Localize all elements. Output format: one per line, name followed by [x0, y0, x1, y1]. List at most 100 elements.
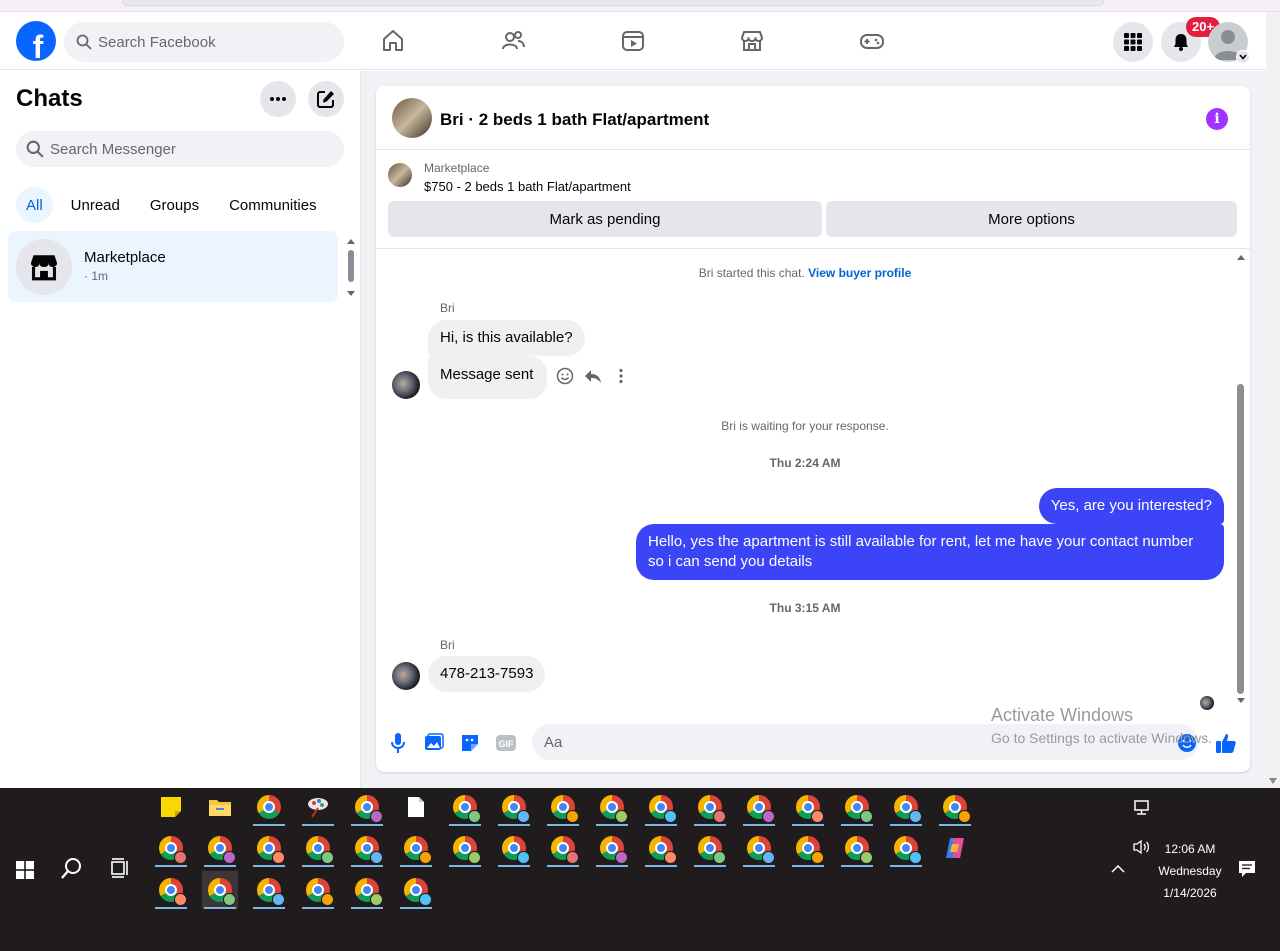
chevron-down-icon[interactable]: [1236, 50, 1250, 64]
bri-avatar[interactable]: [392, 371, 420, 399]
chrome-app-icon[interactable]: [741, 788, 777, 826]
photo-icon[interactable]: [423, 732, 445, 754]
chrome-app-icon[interactable]: [839, 829, 875, 867]
chrome-app-icon[interactable]: [251, 788, 287, 826]
react-emoji-icon[interactable]: [556, 367, 574, 385]
taskbar-clock[interactable]: 12:06 AM Wednesday 1/14/2026: [1150, 838, 1230, 904]
timestamp: Thu 3:15 AM: [769, 601, 841, 615]
chrome-app-icon[interactable]: [496, 788, 532, 826]
gaming-icon[interactable]: [857, 26, 887, 56]
taskbar-search-icon[interactable]: [59, 855, 85, 881]
document-file-icon[interactable]: [398, 788, 434, 826]
chat-options-button[interactable]: [260, 81, 296, 117]
copilot-icon[interactable]: [937, 829, 973, 867]
chrome-app-icon[interactable]: [300, 871, 336, 909]
more-options-button[interactable]: More options: [826, 201, 1237, 237]
chrome-app-icon[interactable]: [251, 871, 287, 909]
microphone-icon[interactable]: [387, 732, 409, 754]
file-explorer-icon[interactable]: [202, 788, 238, 826]
scroll-down-arrow-icon[interactable]: [1269, 778, 1277, 784]
incoming-message[interactable]: Message sent: [428, 356, 548, 399]
snipping-tool-icon[interactable]: [300, 788, 336, 826]
chrome-app-icon[interactable]: [545, 788, 581, 826]
emoji-icon[interactable]: [1176, 732, 1198, 754]
chrome-app-icon[interactable]: [153, 871, 189, 909]
sticker-icon[interactable]: [459, 732, 481, 754]
network-icon[interactable]: [1129, 795, 1155, 821]
outgoing-message[interactable]: Hello, yes the apartment is still availa…: [636, 524, 1224, 580]
messenger-search[interactable]: [16, 131, 344, 167]
chrome-app-icon[interactable]: [447, 829, 483, 867]
message-input[interactable]: [544, 733, 1144, 751]
chrome-app-icon[interactable]: [496, 829, 532, 867]
windows-start-icon[interactable]: [16, 861, 34, 879]
listing-thumbnail[interactable]: [392, 98, 432, 138]
message-scrollbar[interactable]: [1234, 250, 1248, 706]
facebook-logo[interactable]: f: [16, 21, 56, 61]
gif-icon[interactable]: GIF: [495, 732, 517, 754]
message-input-box[interactable]: [532, 724, 1198, 760]
more-vertical-icon[interactable]: [612, 367, 630, 385]
mark-as-pending-button[interactable]: Mark as pending: [388, 201, 822, 237]
chrome-app-icon[interactable]: [594, 788, 630, 826]
outgoing-message[interactable]: Yes, are you interested?: [1038, 488, 1224, 524]
chrome-app-icon[interactable]: [349, 829, 385, 867]
message-scroll-thumb[interactable]: [1237, 384, 1244, 694]
facebook-search-input[interactable]: [98, 33, 318, 51]
home-icon[interactable]: [378, 26, 408, 56]
marketplace-avatar: [16, 239, 72, 295]
bri-avatar[interactable]: [392, 662, 420, 690]
marketplace-icon[interactable]: [737, 26, 767, 56]
chrome-app-icon[interactable]: [398, 871, 434, 909]
conversation-title[interactable]: Bri · 2 beds 1 bath Flat/apartment: [440, 110, 709, 130]
chrome-app-icon[interactable]: [349, 788, 385, 826]
chrome-app-icon[interactable]: [741, 829, 777, 867]
chrome-app-icon[interactable]: [692, 829, 728, 867]
filter-communities[interactable]: Communities: [217, 187, 329, 223]
info-icon[interactable]: i: [1206, 108, 1228, 130]
chrome-app-icon[interactable]: [251, 829, 287, 867]
incoming-message[interactable]: 478-213-7593: [428, 656, 546, 692]
chrome-app-icon[interactable]: [888, 788, 924, 826]
view-buyer-profile-link[interactable]: View buyer profile: [808, 266, 911, 280]
chevron-up-icon[interactable]: [1105, 856, 1131, 882]
notification-center-icon[interactable]: [1234, 856, 1260, 882]
sticky-notes-icon[interactable]: [153, 788, 189, 826]
filter-groups[interactable]: Groups: [138, 187, 211, 223]
new-message-button[interactable]: [308, 81, 344, 117]
listing-title[interactable]: $750 - 2 beds 1 bath Flat/apartment: [424, 179, 631, 194]
conversation-header: Bri · 2 beds 1 bath Flat/apartment i: [376, 86, 1250, 150]
listing-small-thumbnail[interactable]: [388, 163, 412, 187]
chrome-app-icon[interactable]: [545, 829, 581, 867]
task-view-icon[interactable]: [107, 855, 133, 881]
messenger-search-input[interactable]: [50, 140, 270, 158]
filter-unread[interactable]: Unread: [59, 187, 132, 223]
page-scrollbar[interactable]: [1266, 12, 1280, 788]
chrome-app-icon[interactable]: [643, 788, 679, 826]
chrome-app-icon[interactable]: [594, 829, 630, 867]
chrome-app-icon[interactable]: [202, 829, 238, 867]
menu-grid-icon[interactable]: [1113, 22, 1153, 62]
chrome-app-icon[interactable]: [937, 788, 973, 826]
reply-icon[interactable]: [584, 367, 602, 385]
incoming-message[interactable]: Hi, is this available?: [428, 320, 585, 356]
chrome-app-icon[interactable]: [790, 788, 826, 826]
facebook-search[interactable]: [64, 22, 344, 62]
chrome-app-icon[interactable]: [300, 829, 336, 867]
chrome-app-icon[interactable]: [888, 829, 924, 867]
chat-list-item-marketplace[interactable]: Marketplace · 1m: [8, 231, 338, 302]
chrome-app-icon[interactable]: [839, 788, 875, 826]
chrome-app-icon[interactable]: [790, 829, 826, 867]
chrome-app-icon[interactable]: [349, 871, 385, 909]
chrome-app-icon[interactable]: [153, 829, 189, 867]
chrome-app-icon[interactable]: [202, 871, 238, 909]
filter-all[interactable]: All: [16, 187, 53, 223]
chrome-app-icon[interactable]: [643, 829, 679, 867]
chrome-app-icon[interactable]: [692, 788, 728, 826]
chrome-app-icon[interactable]: [398, 829, 434, 867]
chat-list-scrollbar[interactable]: [344, 236, 358, 300]
friends-icon[interactable]: [498, 26, 528, 56]
chrome-app-icon[interactable]: [447, 788, 483, 826]
like-thumbs-up-icon[interactable]: [1215, 732, 1237, 754]
video-icon[interactable]: [618, 26, 648, 56]
